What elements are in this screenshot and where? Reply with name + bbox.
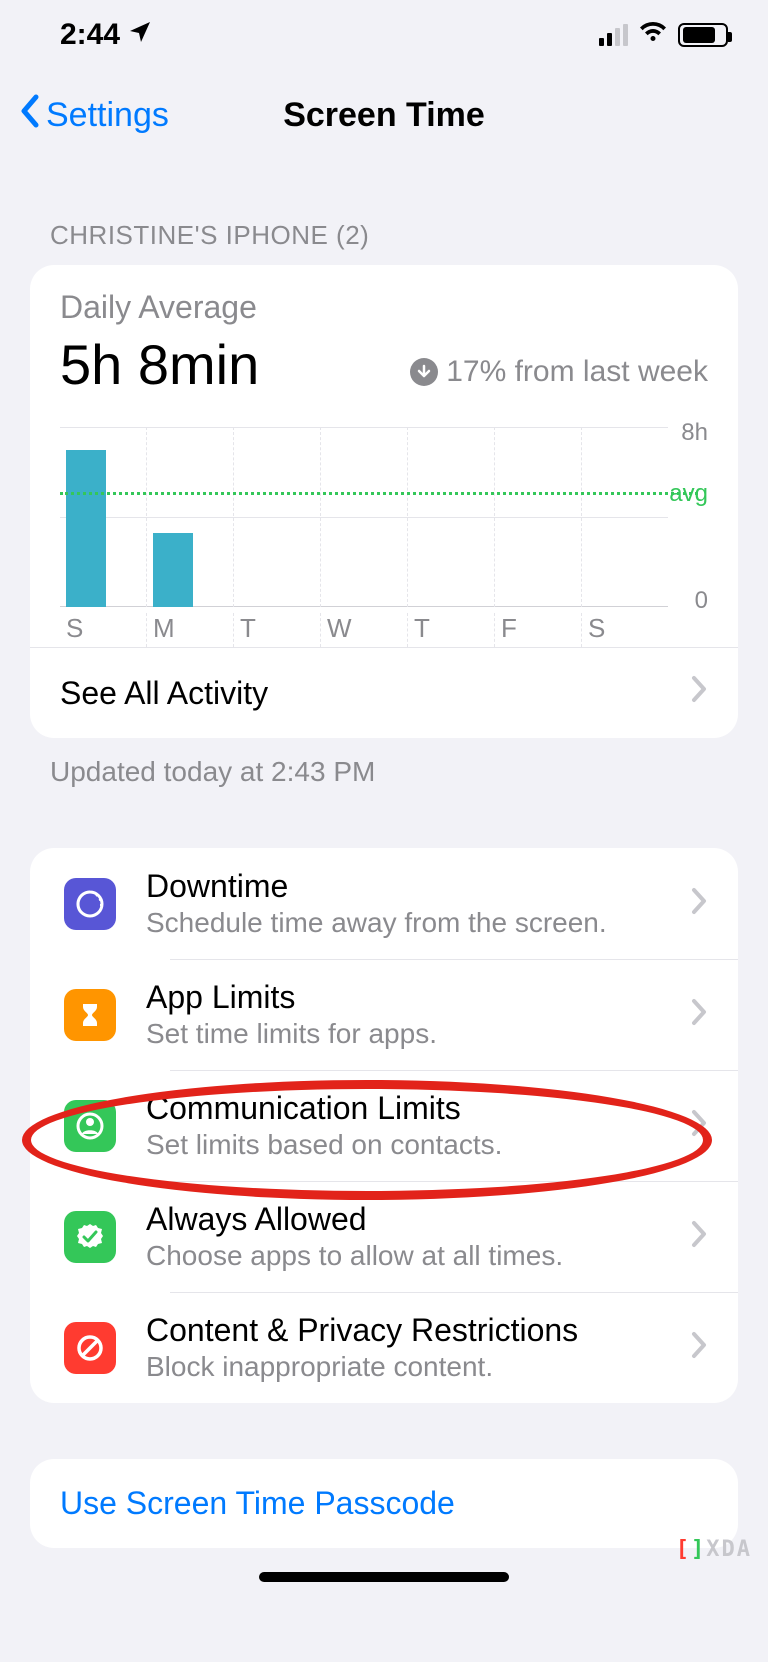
chart-x-label: M: [146, 613, 233, 647]
chart-x-label: T: [407, 613, 494, 647]
home-indicator: [259, 1572, 509, 1582]
chart-x-label: F: [494, 613, 581, 647]
row-subtitle: Set limits based on contacts.: [146, 1129, 690, 1161]
use-screen-time-passcode[interactable]: Use Screen Time Passcode: [30, 1459, 738, 1548]
arrow-down-icon: [410, 358, 438, 386]
chevron-right-icon: [690, 1330, 708, 1365]
row-subtitle: Set time limits for apps.: [146, 1018, 690, 1050]
chart-avg-label: avg: [669, 480, 708, 508]
chevron-right-icon: [690, 997, 708, 1032]
status-time: 2:44: [60, 18, 120, 52]
status-bar: 2:44: [0, 0, 768, 70]
contact-icon: [64, 1100, 116, 1152]
row-subtitle: Choose apps to allow at all times.: [146, 1240, 690, 1272]
trend-text: 17% from last week: [446, 355, 708, 389]
screen-time-options: Downtime Schedule time away from the scr…: [30, 848, 738, 1403]
watermark: []XDA: [676, 1537, 752, 1562]
passcode-label: Use Screen Time Passcode: [60, 1485, 455, 1521]
chevron-left-icon: [18, 93, 42, 138]
row-content-privacy[interactable]: Content & Privacy Restrictions Block ina…: [30, 1292, 738, 1403]
row-subtitle: Schedule time away from the screen.: [146, 907, 690, 939]
nav-bar: Settings Screen Time: [0, 70, 768, 160]
hourglass-icon: [64, 989, 116, 1041]
chevron-right-icon: [690, 674, 708, 712]
trend-indicator: 17% from last week: [410, 355, 708, 397]
daily-average-label: Daily Average: [60, 289, 708, 326]
chevron-right-icon: [690, 886, 708, 921]
chevron-right-icon: [690, 1108, 708, 1143]
chart-x-label: S: [581, 613, 668, 647]
row-title: Content & Privacy Restrictions: [146, 1312, 690, 1349]
chart-x-label: W: [320, 613, 407, 647]
daily-average-value: 5h 8min: [60, 332, 259, 397]
row-title: Communication Limits: [146, 1090, 690, 1127]
row-subtitle: Block inappropriate content.: [146, 1351, 690, 1383]
back-label: Settings: [46, 96, 169, 135]
see-all-label: See All Activity: [60, 675, 268, 712]
chevron-right-icon: [690, 1219, 708, 1254]
row-title: Always Allowed: [146, 1201, 690, 1238]
cellular-icon: [599, 24, 628, 46]
row-title: Downtime: [146, 868, 690, 905]
checkmark-seal-icon: [64, 1211, 116, 1263]
chart-y-min: 0: [695, 587, 708, 615]
row-title: App Limits: [146, 979, 690, 1016]
row-always-allowed[interactable]: Always Allowed Choose apps to allow at a…: [30, 1181, 738, 1292]
no-sign-icon: [64, 1322, 116, 1374]
row-downtime[interactable]: Downtime Schedule time away from the scr…: [30, 848, 738, 959]
chart-x-label: S: [60, 613, 146, 647]
chart-y-max: 8h: [681, 419, 708, 447]
activity-card: Daily Average 5h 8min 17% from last week…: [30, 265, 738, 738]
status-right: [599, 18, 728, 52]
location-icon: [128, 18, 152, 52]
last-updated-label: Updated today at 2:43 PM: [0, 738, 768, 788]
chart-x-axis: SMTWTFS: [60, 613, 708, 647]
back-button[interactable]: Settings: [0, 93, 169, 138]
chart-bar: [66, 450, 106, 608]
see-all-activity-row[interactable]: See All Activity: [30, 647, 738, 738]
passcode-card: Use Screen Time Passcode: [30, 1459, 738, 1548]
downtime-icon: [64, 878, 116, 930]
battery-icon: [678, 23, 728, 47]
row-app-limits[interactable]: App Limits Set time limits for apps.: [30, 959, 738, 1070]
wifi-icon: [638, 18, 668, 52]
row-communication-limits[interactable]: Communication Limits Set limits based on…: [30, 1070, 738, 1181]
device-section-header: CHRISTINE'S IPHONE (2): [0, 160, 768, 265]
usage-chart: avg 8h 0 SMTWTFS: [30, 417, 738, 647]
chart-bar: [153, 533, 193, 607]
chart-x-label: T: [233, 613, 320, 647]
